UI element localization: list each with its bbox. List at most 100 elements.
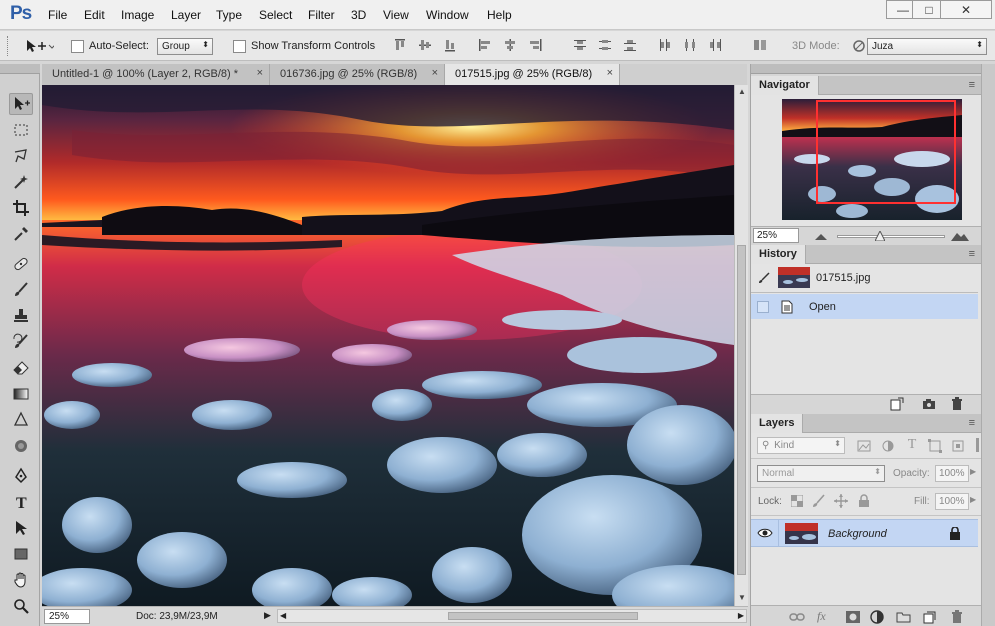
- layer-visibility-eye-icon[interactable]: [757, 525, 773, 541]
- filter-toggle-switch[interactable]: [976, 438, 979, 452]
- document-canvas[interactable]: [42, 85, 734, 606]
- add-layer-style-fx-icon[interactable]: fx: [817, 609, 826, 624]
- show-transform-checkbox[interactable]: [233, 40, 246, 53]
- layer-row-background[interactable]: Background: [751, 519, 978, 547]
- opacity-field[interactable]: 100%: [935, 465, 969, 482]
- scroll-up-icon[interactable]: ▲: [738, 87, 746, 96]
- tab-016736[interactable]: 016736.jpg @ 25% (RGB/8) ×: [270, 64, 445, 85]
- navigator-tab[interactable]: Navigator: [751, 76, 819, 95]
- scroll-down-icon[interactable]: ▼: [738, 593, 746, 602]
- hand-tool-icon[interactable]: [9, 569, 33, 591]
- delete-layer-trash-icon[interactable]: [949, 609, 965, 625]
- lasso-tool-icon[interactable]: [9, 145, 33, 167]
- zoom-out-mountain-icon[interactable]: [815, 231, 827, 243]
- type-tool-icon[interactable]: T: [9, 491, 33, 513]
- distribute-right-icon[interactable]: [708, 38, 722, 52]
- blur-tool-icon[interactable]: [9, 409, 33, 431]
- eyedropper-tool-icon[interactable]: [9, 223, 33, 245]
- distribute-hcenter-icon[interactable]: [683, 38, 697, 52]
- menu-layer[interactable]: Layer: [171, 8, 201, 22]
- history-source-checkbox[interactable]: [757, 300, 769, 313]
- distribute-bottom-icon[interactable]: [623, 38, 637, 52]
- lock-image-pixels-brush-icon[interactable]: [811, 493, 827, 509]
- new-group-folder-icon[interactable]: [895, 609, 911, 625]
- scroll-left-icon[interactable]: ◀: [280, 611, 286, 620]
- panel-menu-icon[interactable]: ≡: [969, 417, 975, 429]
- filter-type-icon[interactable]: T: [904, 437, 920, 453]
- tools-panel-header[interactable]: [0, 64, 40, 74]
- rectangle-tool-icon[interactable]: [9, 543, 33, 565]
- navigator-zoom-field[interactable]: 25%: [753, 228, 799, 243]
- auto-align-layers-icon[interactable]: [753, 38, 767, 52]
- canvas-vertical-scrollbar[interactable]: ▲ ▼: [734, 85, 748, 606]
- align-vcenter-icon[interactable]: [418, 38, 432, 52]
- healing-brush-tool-icon[interactable]: [9, 253, 33, 275]
- panel-dock-header[interactable]: [751, 64, 995, 74]
- panel-dock-collapse-strip[interactable]: [981, 64, 995, 626]
- distribute-top-icon[interactable]: [573, 38, 587, 52]
- fill-field[interactable]: 100%: [935, 493, 969, 510]
- filter-smart-object-icon[interactable]: [950, 438, 966, 454]
- opacity-slider-arrow-icon[interactable]: ▶: [970, 467, 976, 476]
- scroll-thumb[interactable]: [448, 612, 638, 620]
- auto-select-checkbox[interactable]: [71, 40, 84, 53]
- link-layers-icon[interactable]: [789, 609, 805, 625]
- dodge-tool-icon[interactable]: [9, 435, 33, 457]
- menu-view[interactable]: View: [383, 8, 409, 22]
- zoom-slider-thumb[interactable]: [874, 229, 886, 244]
- filter-pixel-icon[interactable]: [856, 438, 872, 454]
- align-left-icon[interactable]: [478, 38, 492, 52]
- history-snapshot-row[interactable]: 017515.jpg: [751, 265, 978, 290]
- close-button[interactable]: ✕: [940, 0, 992, 19]
- distribute-vcenter-icon[interactable]: [598, 38, 612, 52]
- new-snapshot-camera-icon[interactable]: [921, 396, 937, 412]
- crop-tool-icon[interactable]: [9, 197, 33, 219]
- navigator-thumbnail[interactable]: [782, 99, 962, 220]
- canvas-horizontal-scrollbar[interactable]: ◀ ▶: [277, 609, 747, 623]
- history-brush-tool-icon[interactable]: [9, 331, 33, 353]
- layers-tab[interactable]: Layers: [751, 414, 804, 433]
- align-top-icon[interactable]: [393, 38, 407, 52]
- tab-close-icon[interactable]: ×: [257, 67, 263, 79]
- navigator-zoom-slider[interactable]: [837, 235, 945, 238]
- history-brush-source-icon[interactable]: [756, 270, 772, 286]
- menu-file[interactable]: File: [48, 8, 67, 22]
- fill-slider-arrow-icon[interactable]: ▶: [970, 495, 976, 504]
- move-tool-preset-icon[interactable]: [24, 38, 56, 57]
- workspace-dropdown[interactable]: Juza ⬍: [867, 38, 987, 55]
- layer-filter-dropdown[interactable]: ⚲ Kind ⬍: [757, 437, 845, 454]
- brush-tool-icon[interactable]: [9, 279, 33, 301]
- zoom-level-field[interactable]: 25%: [44, 609, 90, 624]
- zoom-tool-icon[interactable]: [9, 595, 33, 617]
- gradient-tool-icon[interactable]: [9, 383, 33, 405]
- history-step-open[interactable]: Open: [751, 294, 978, 319]
- filter-adjustment-icon[interactable]: [880, 438, 896, 454]
- tab-close-icon[interactable]: ×: [607, 67, 613, 79]
- distribute-left-icon[interactable]: [658, 38, 672, 52]
- tab-untitled-1[interactable]: Untitled-1 @ 100% (Layer 2, RGB/8) * ×: [42, 64, 270, 85]
- quick-selection-tool-icon[interactable]: [9, 171, 33, 193]
- menu-filter[interactable]: Filter: [308, 8, 335, 22]
- lock-transparent-pixels-icon[interactable]: [789, 493, 805, 509]
- menu-window[interactable]: Window: [426, 8, 469, 22]
- panel-menu-icon[interactable]: ≡: [969, 248, 975, 260]
- lock-all-icon[interactable]: [856, 493, 872, 509]
- clone-stamp-tool-icon[interactable]: [9, 305, 33, 327]
- marquee-tool-icon[interactable]: [9, 119, 33, 141]
- history-tab[interactable]: History: [751, 245, 806, 264]
- layer-name[interactable]: Background: [828, 528, 887, 540]
- new-document-from-state-icon[interactable]: [889, 396, 905, 412]
- add-mask-icon[interactable]: [845, 609, 861, 625]
- move-tool-icon[interactable]: [9, 93, 33, 115]
- status-menu-arrow-icon[interactable]: ▶: [264, 610, 271, 621]
- scroll-right-icon[interactable]: ▶: [738, 611, 744, 620]
- new-layer-icon[interactable]: [921, 609, 937, 625]
- zoom-in-mountain-icon[interactable]: [951, 229, 969, 244]
- menu-image[interactable]: Image: [121, 8, 154, 22]
- panel-menu-icon[interactable]: ≡: [969, 79, 975, 91]
- eraser-tool-icon[interactable]: [9, 357, 33, 379]
- tab-017515[interactable]: 017515.jpg @ 25% (RGB/8) ×: [445, 64, 620, 85]
- path-selection-tool-icon[interactable]: [9, 517, 33, 539]
- menu-help[interactable]: Help: [487, 8, 512, 22]
- new-adjustment-layer-icon[interactable]: [869, 609, 885, 625]
